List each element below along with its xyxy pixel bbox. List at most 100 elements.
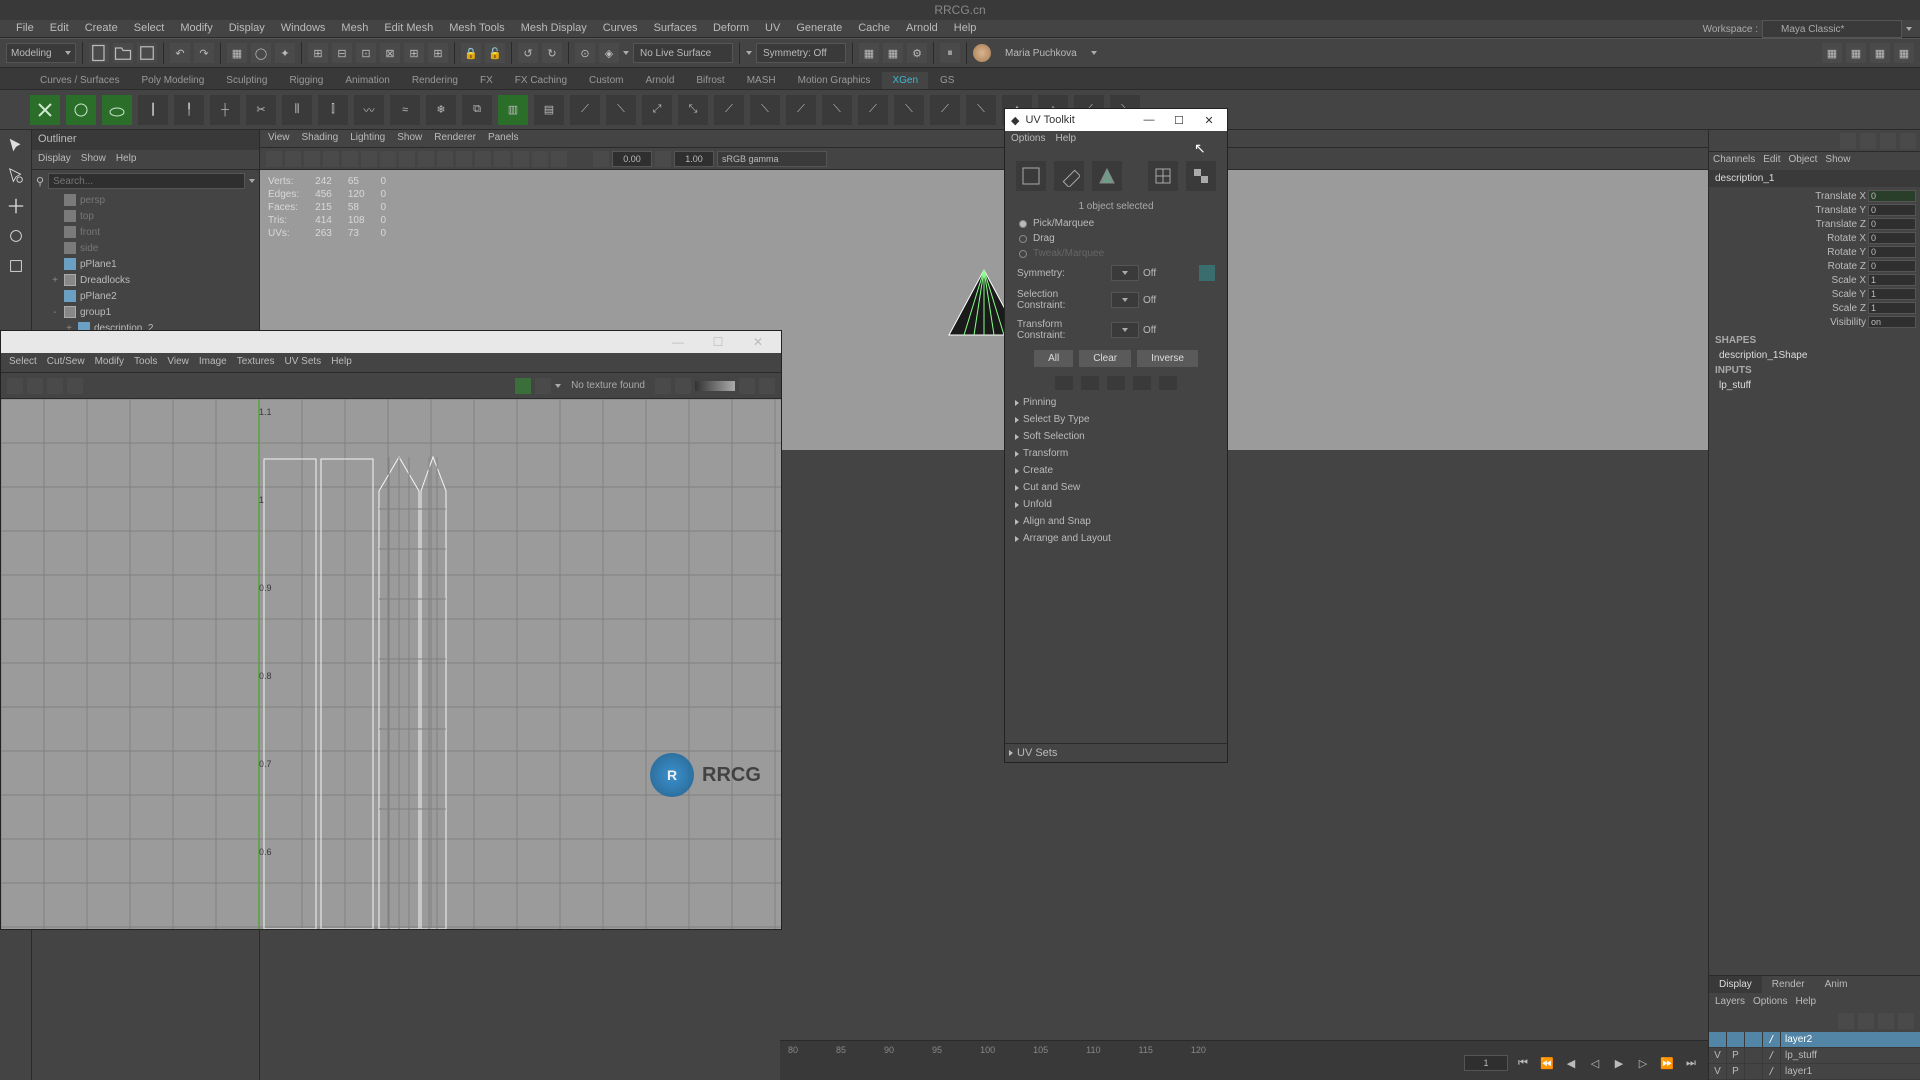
shelf-tab-xgen[interactable]: XGen	[882, 72, 928, 89]
menu-modify[interactable]: Modify	[172, 20, 220, 37]
layer-playback[interactable]: P	[1727, 1048, 1745, 1064]
input-node[interactable]: lp_stuff	[1709, 380, 1920, 391]
shelf-tab-arnold[interactable]: Arnold	[635, 72, 684, 89]
add-to-layer-button[interactable]	[1858, 1013, 1874, 1029]
uv-wire-button[interactable]	[67, 378, 83, 394]
step-back-button[interactable]: ◀	[1562, 1054, 1580, 1072]
close-button[interactable]: ✕	[1197, 114, 1221, 127]
vp-gate-mask[interactable]	[380, 151, 396, 167]
panel-toggle-3[interactable]: ▦	[1870, 43, 1890, 63]
menu-generate[interactable]: Generate	[788, 20, 850, 37]
section-pinning[interactable]: Pinning	[1011, 394, 1221, 411]
uv-checker-button[interactable]	[515, 378, 531, 394]
lasso-select-button[interactable]: ◯	[251, 43, 271, 63]
section-unfold[interactable]: Unfold	[1011, 496, 1221, 513]
layer-type[interactable]: /	[1763, 1032, 1781, 1048]
layer-color[interactable]	[1745, 1064, 1763, 1080]
xgen-tool-b[interactable]: ⟍	[606, 95, 636, 125]
shelf-tab-curves-surfaces[interactable]: Curves / Surfaces	[30, 72, 129, 89]
shelf-tab-poly-modeling[interactable]: Poly Modeling	[131, 72, 214, 89]
shelf-tab-gs[interactable]: GS	[930, 72, 964, 89]
snap-view-button[interactable]: ⊞	[404, 43, 424, 63]
step-forward-key-button[interactable]: ⏩	[1658, 1054, 1676, 1072]
uv-exposure-button[interactable]	[655, 378, 671, 394]
xgen-tool-l[interactable]: ⟍	[966, 95, 996, 125]
outliner-item-top[interactable]: top	[32, 208, 259, 224]
vp-gamma-icon[interactable]	[655, 151, 671, 167]
uv-menu-textures[interactable]: Textures	[237, 356, 275, 369]
vp-smooth-shade[interactable]	[418, 151, 434, 167]
uv-toolkit-titlebar[interactable]: ◆ UV Toolkit — ☐ ✕	[1005, 109, 1227, 131]
section-create[interactable]: Create	[1011, 462, 1221, 479]
layer-color[interactable]	[1745, 1032, 1763, 1048]
ipr-render-button[interactable]: ▦	[883, 43, 903, 63]
xgen-tool-g[interactable]: ⟋	[786, 95, 816, 125]
xgen-part-button[interactable]: ⫿	[318, 95, 348, 125]
snap-live-button[interactable]: ⊞	[428, 43, 448, 63]
attr-value[interactable]: 0	[1868, 232, 1916, 244]
uv-menu-image[interactable]: Image	[199, 356, 227, 369]
xgen-freeze-button[interactable]: ❄	[426, 95, 456, 125]
menu-edit[interactable]: Edit	[42, 20, 77, 37]
xgen-noise-button[interactable]: 〰	[354, 95, 384, 125]
xgen-groom-button[interactable]	[66, 95, 96, 125]
maximize-button[interactable]: ☐	[703, 333, 733, 351]
minimize-button[interactable]: —	[663, 333, 693, 351]
layer-playback[interactable]	[1727, 1032, 1745, 1048]
lock-button[interactable]: 🔒	[461, 43, 481, 63]
step-forward-button[interactable]: ▷	[1634, 1054, 1652, 1072]
unlock-button[interactable]: 🔓	[485, 43, 505, 63]
xgen-tool-c[interactable]: ⤢	[642, 95, 672, 125]
xgen-clump-button[interactable]: ⧉	[462, 95, 492, 125]
uv-menu-modify[interactable]: Modify	[95, 356, 124, 369]
layer-playback[interactable]: P	[1727, 1064, 1745, 1080]
xgen-length-button[interactable]: ╿	[174, 95, 204, 125]
uv-menu-uv-sets[interactable]: UV Sets	[285, 356, 322, 369]
shelf-tab-rendering[interactable]: Rendering	[402, 72, 468, 89]
uv-snapshot-button[interactable]	[7, 378, 23, 394]
layer-visibility[interactable]	[1709, 1032, 1727, 1048]
menu-surfaces[interactable]: Surfaces	[646, 20, 705, 37]
render-button[interactable]: ▦	[859, 43, 879, 63]
history-button[interactable]: ↺	[518, 43, 538, 63]
convert-edge[interactable]	[1081, 376, 1099, 390]
xgen-tool-j[interactable]: ⟍	[894, 95, 924, 125]
layers-tab-anim[interactable]: Anim	[1815, 976, 1858, 993]
xgen-smooth-button[interactable]: ≈	[390, 95, 420, 125]
shelf-tab-mash[interactable]: MASH	[737, 72, 786, 89]
section-soft-selection[interactable]: Soft Selection	[1011, 428, 1221, 445]
vp-lights[interactable]	[456, 151, 472, 167]
menu-windows[interactable]: Windows	[273, 20, 334, 37]
maximize-button[interactable]: ☐	[1167, 114, 1191, 127]
outliner-item-pPlane2[interactable]: pPlane2	[32, 288, 259, 304]
rotate-tool[interactable]	[4, 224, 28, 248]
panel-toggle-4[interactable]: ▦	[1894, 43, 1914, 63]
live-surface-dropdown[interactable]: No Live Surface	[633, 43, 733, 63]
uv-shaded-button[interactable]	[47, 378, 63, 394]
uv-sets-section[interactable]: UV Sets	[1005, 743, 1227, 762]
uv-gamma-button[interactable]	[675, 378, 691, 394]
render-settings-button[interactable]: ⚙	[907, 43, 927, 63]
attr-value[interactable]: 0	[1868, 246, 1916, 258]
uv-menu-view[interactable]: View	[167, 356, 189, 369]
uv-grid-button[interactable]	[27, 378, 43, 394]
uvtk-menu-help[interactable]: Help	[1055, 133, 1076, 147]
uv-menu-help[interactable]: Help	[331, 356, 352, 369]
section-align-and-snap[interactable]: Align and Snap	[1011, 513, 1221, 530]
uv-dim-button[interactable]	[535, 378, 551, 394]
uv-grid-toggle[interactable]	[1148, 161, 1178, 191]
convert-uv[interactable]	[1133, 376, 1151, 390]
go-to-start-button[interactable]: ⏮	[1514, 1054, 1532, 1072]
shelf-tab-fx-caching[interactable]: FX Caching	[505, 72, 577, 89]
attr-value[interactable]: 1	[1868, 302, 1916, 314]
attr-value[interactable]: 0	[1868, 204, 1916, 216]
uv-slider[interactable]	[695, 381, 735, 391]
menu-mesh[interactable]: Mesh	[333, 20, 376, 37]
panel-toggle-1[interactable]: ▦	[1822, 43, 1842, 63]
section-transform[interactable]: Transform	[1011, 445, 1221, 462]
outliner-menu-help[interactable]: Help	[116, 153, 137, 166]
uv-menu-cut-sew[interactable]: Cut/Sew	[47, 356, 85, 369]
uv-next-button[interactable]	[759, 378, 775, 394]
make-live-button[interactable]: ◈	[599, 43, 619, 63]
lasso-tool[interactable]	[4, 164, 28, 188]
